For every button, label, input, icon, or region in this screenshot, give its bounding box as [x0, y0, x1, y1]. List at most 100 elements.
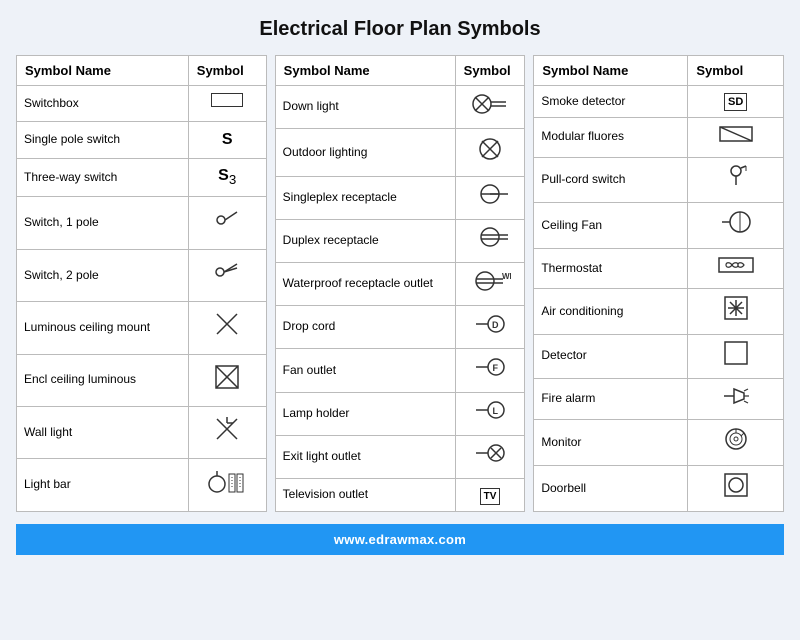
table-row: Three-way switch S3: [17, 158, 267, 196]
table-row: Television outlet TV: [275, 478, 525, 511]
table-row: Fan outlet F: [275, 349, 525, 392]
table-electrical-1: Symbol Name Symbol Switchbox Single pole…: [16, 55, 267, 512]
symbol-name: Luminous ceiling mount: [17, 302, 189, 354]
table-row: Light bar: [17, 459, 267, 512]
symbol-name: Doorbell: [534, 466, 688, 512]
symbol-graphic: [188, 86, 266, 122]
page-title: Electrical Floor Plan Symbols: [259, 18, 540, 41]
symbol-name: Fan outlet: [275, 349, 455, 392]
symbol-graphic: [688, 249, 784, 289]
symbol-graphic: [188, 354, 266, 406]
symbol-graphic: [188, 197, 266, 249]
symbol-name: Smoke detector: [534, 86, 688, 118]
table-electrical-2: Symbol Name Symbol Down light Out: [275, 55, 526, 512]
symbol-graphic: F: [455, 349, 525, 392]
symbol-name: Monitor: [534, 420, 688, 466]
table-row: Drop cord D: [275, 306, 525, 349]
symbol-name: Ceiling Fan: [534, 203, 688, 249]
table-row: Wall light: [17, 407, 267, 459]
tables-container: Symbol Name Symbol Switchbox Single pole…: [16, 55, 784, 512]
symbol-name: Drop cord: [275, 306, 455, 349]
table-row: Waterproof receptacle outlet WP: [275, 262, 525, 305]
col-header-name-1: Symbol Name: [17, 56, 189, 86]
symbol-name: Switchbox: [17, 86, 189, 122]
symbol-graphic: [188, 407, 266, 459]
table-row: Single pole switch S: [17, 122, 267, 158]
col-header-symbol-3: Symbol: [688, 56, 784, 86]
table-row: Lamp holder L: [275, 392, 525, 435]
symbol-name: Thermostat: [534, 249, 688, 289]
svg-text:WP: WP: [502, 272, 511, 281]
symbol-graphic: [455, 129, 525, 176]
symbol-name: Television outlet: [275, 478, 455, 511]
table-row: Down light: [275, 86, 525, 129]
symbol-name: Single pole switch: [17, 122, 189, 158]
table-row: Switch, 1 pole: [17, 197, 267, 249]
svg-text:D: D: [492, 320, 499, 330]
symbol-graphic: [188, 302, 266, 354]
symbol-graphic: [688, 117, 784, 157]
svg-text:L: L: [493, 406, 499, 416]
svg-text:F: F: [493, 363, 499, 373]
symbol-name: Detector: [534, 334, 688, 378]
symbol-graphic: [455, 435, 525, 478]
table-row: Modular fluores: [534, 117, 784, 157]
table-row: Singleplex receptacle: [275, 176, 525, 219]
table-row: Switchbox: [17, 86, 267, 122]
symbol-name: Switch, 1 pole: [17, 197, 189, 249]
symbol-graphic: TV: [455, 478, 525, 511]
symbol-graphic: [688, 203, 784, 249]
table-row: Fire alarm: [534, 378, 784, 420]
symbol-name: Down light: [275, 86, 455, 129]
table-row: Air conditioning: [534, 288, 784, 334]
symbol-graphic: SD: [688, 86, 784, 118]
symbol-name: Pull-cord switch: [534, 157, 688, 203]
table-row: Thermostat: [534, 249, 784, 289]
table-row: Pull-cord switch: [534, 157, 784, 203]
symbol-name: Singleplex receptacle: [275, 176, 455, 219]
table-row: Luminous ceiling mount: [17, 302, 267, 354]
symbol-name: Wall light: [17, 407, 189, 459]
symbol-graphic: [688, 420, 784, 466]
table-row: Outdoor lighting: [275, 129, 525, 176]
table-row: Exit light outlet: [275, 435, 525, 478]
symbol-name: Air conditioning: [534, 288, 688, 334]
table-row: Smoke detector SD: [534, 86, 784, 118]
symbol-graphic: D: [455, 306, 525, 349]
symbol-name: Fire alarm: [534, 378, 688, 420]
symbol-name: Waterproof receptacle outlet: [275, 262, 455, 305]
col-header-symbol-1: Symbol: [188, 56, 266, 86]
symbol-graphic: [455, 176, 525, 219]
symbol-graphic: [688, 157, 784, 203]
symbol-graphic: [688, 288, 784, 334]
symbol-name: Duplex receptacle: [275, 219, 455, 262]
symbol-name: Modular fluores: [534, 117, 688, 157]
col-header-name-2: Symbol Name: [275, 56, 455, 86]
footer-text: www.edrawmax.com: [334, 532, 466, 547]
symbol-graphic: [688, 334, 784, 378]
symbol-name: Three-way switch: [17, 158, 189, 196]
symbol-name: Outdoor lighting: [275, 129, 455, 176]
table-row: Monitor: [534, 420, 784, 466]
symbol-graphic: [188, 459, 266, 512]
symbol-graphic: [688, 378, 784, 420]
table-electrical-3: Symbol Name Symbol Smoke detector SD Mod…: [533, 55, 784, 512]
table-row: Encl ceiling luminous: [17, 354, 267, 406]
table-row: Duplex receptacle: [275, 219, 525, 262]
table-row: Doorbell: [534, 466, 784, 512]
symbol-name: Lamp holder: [275, 392, 455, 435]
symbol-graphic: S3: [188, 158, 266, 196]
symbol-graphic: L: [455, 392, 525, 435]
symbol-graphic: [455, 219, 525, 262]
table-row: Switch, 2 pole: [17, 249, 267, 301]
symbol-graphic: [455, 86, 525, 129]
symbol-name: Encl ceiling luminous: [17, 354, 189, 406]
table-row: Detector: [534, 334, 784, 378]
symbol-graphic: WP: [455, 262, 525, 305]
symbol-graphic: [188, 249, 266, 301]
col-header-symbol-2: Symbol: [455, 56, 525, 86]
symbol-graphic: [688, 466, 784, 512]
symbol-name: Exit light outlet: [275, 435, 455, 478]
symbol-name: Switch, 2 pole: [17, 249, 189, 301]
symbol-name: Light bar: [17, 459, 189, 512]
